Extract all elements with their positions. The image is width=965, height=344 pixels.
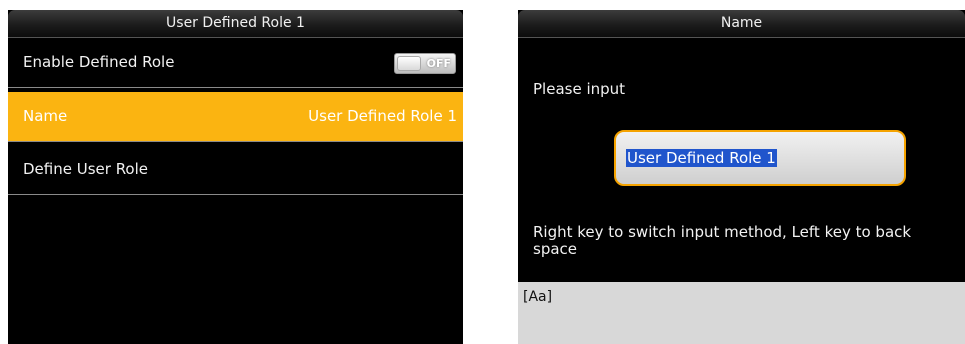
enable-defined-role-row[interactable]: Enable Defined Role OFF [8, 38, 463, 88]
define-user-role-label: Define User Role [23, 160, 149, 178]
name-input-value: User Defined Role 1 [626, 149, 777, 167]
toggle-knob [397, 56, 421, 71]
input-method-bar: [Aa] [518, 282, 965, 344]
name-input-field[interactable]: User Defined Role 1 [614, 130, 906, 186]
enable-defined-role-toggle[interactable]: OFF [394, 53, 456, 74]
role-settings-screen: User Defined Role 1 Enable Defined Role … [8, 10, 463, 344]
toggle-state-text: OFF [426, 57, 451, 70]
name-value: User Defined Role 1 [308, 107, 457, 125]
name-row[interactable]: Name User Defined Role 1 [8, 92, 463, 142]
name-label: Name [23, 107, 68, 125]
enable-defined-role-label: Enable Defined Role [23, 53, 175, 71]
page-title: User Defined Role 1 [8, 10, 463, 38]
input-hint: Right key to switch input method, Left k… [533, 223, 912, 258]
define-user-role-row[interactable]: Define User Role [8, 145, 463, 195]
input-method-indicator: [Aa] [523, 289, 553, 305]
input-page-title: Name [518, 10, 965, 38]
input-prompt: Please input [533, 80, 626, 98]
name-input-screen: Name Please input User Defined Role 1 Ri… [518, 10, 965, 344]
